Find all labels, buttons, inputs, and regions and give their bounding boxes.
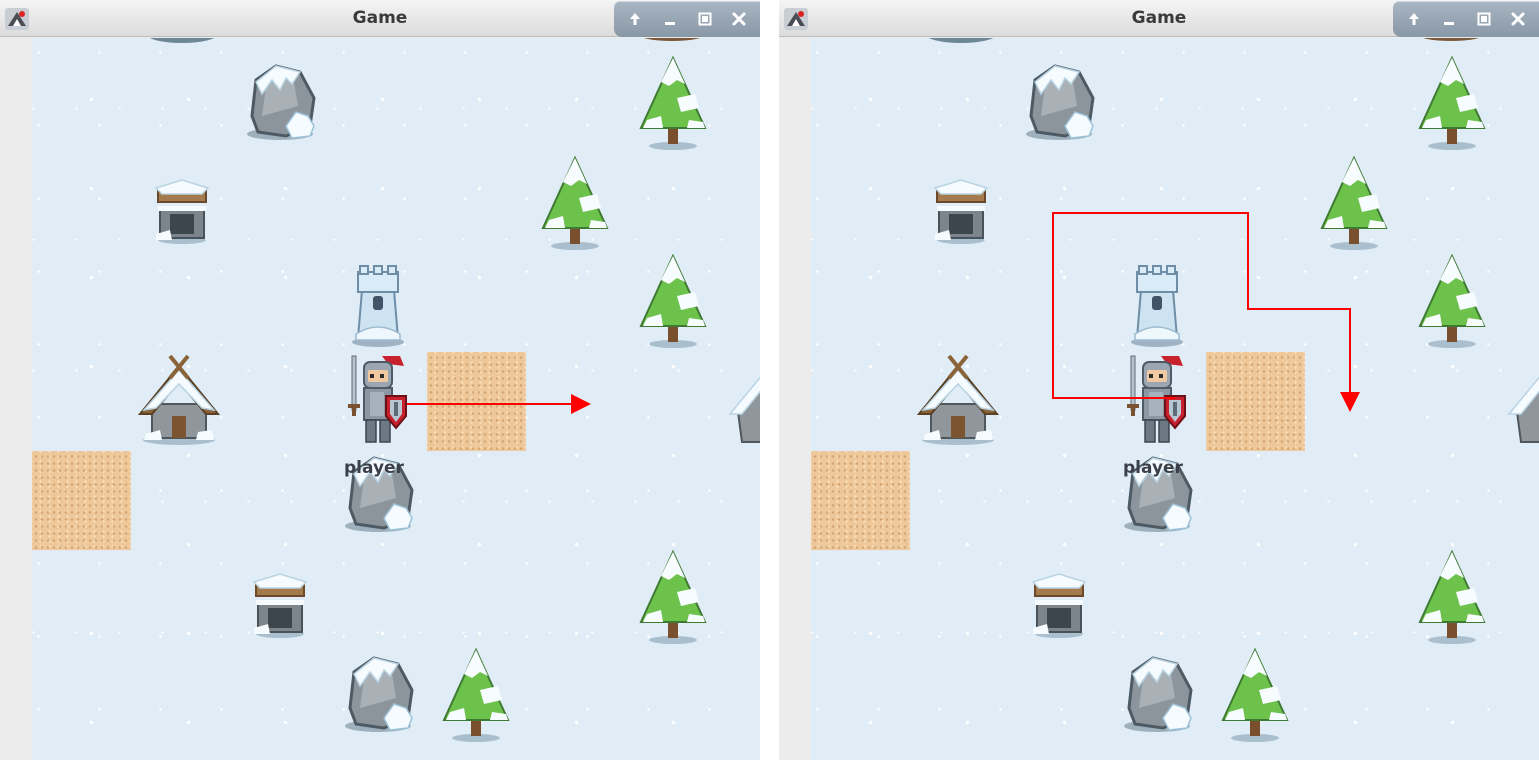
snowy-cabin	[137, 354, 221, 445]
movement-path-line	[1052, 212, 1351, 399]
game-window-left: Game player	[0, 0, 760, 760]
snowy-pine-tree	[442, 647, 510, 742]
snowy-pine-tree	[639, 55, 707, 150]
snowy-pine-tree	[1418, 549, 1486, 644]
title-bar[interactable]: Game	[779, 0, 1539, 37]
snowy-pine-tree	[1418, 55, 1486, 150]
snowy-rock-partial	[928, 38, 994, 43]
snowy-rock	[247, 64, 316, 140]
sand-tile	[1206, 352, 1305, 451]
snowy-pine-tree	[1221, 647, 1289, 742]
snowy-cabin-partial	[728, 376, 760, 443]
game-canvas[interactable]: player	[811, 38, 1539, 760]
ice-tower	[1131, 265, 1183, 347]
knight-player[interactable]	[348, 352, 410, 452]
movement-arrowhead	[1340, 392, 1360, 412]
snowy-rock	[1124, 656, 1193, 732]
snowy-pine-tree	[639, 253, 707, 348]
snowy-well	[1031, 573, 1087, 638]
sand-tile	[32, 451, 131, 550]
shade-up-icon[interactable]	[1405, 10, 1423, 28]
knight-player[interactable]	[1127, 352, 1189, 452]
snowy-well	[933, 179, 989, 244]
game-canvas[interactable]: player	[32, 38, 760, 760]
snowy-cabin-partial	[1507, 376, 1539, 443]
sand-tile	[427, 352, 526, 451]
title-bar[interactable]: Game	[0, 0, 760, 37]
maximize-icon[interactable]	[1475, 10, 1493, 28]
ice-tower	[352, 265, 404, 347]
close-icon[interactable]	[730, 10, 748, 28]
tree-stump-partial	[644, 38, 700, 41]
minimize-icon[interactable]	[1440, 10, 1458, 28]
sand-tile	[811, 451, 910, 550]
snowy-pine-tree	[1320, 155, 1388, 250]
movement-arrowhead	[571, 394, 591, 414]
snowy-pine-tree	[1418, 253, 1486, 348]
snowy-pine-tree	[541, 155, 609, 250]
snowy-cabin	[916, 354, 1000, 445]
window-controls	[1393, 1, 1539, 37]
window-controls	[614, 1, 760, 37]
game-window-right: Game player	[779, 0, 1539, 760]
close-icon[interactable]	[1509, 10, 1527, 28]
player-label: player	[344, 458, 404, 478]
snowy-well	[154, 179, 210, 244]
snowy-rock-partial	[149, 38, 215, 43]
snowy-pine-tree	[639, 549, 707, 644]
maximize-icon[interactable]	[696, 10, 714, 28]
tree-stump-partial	[1423, 38, 1479, 41]
player-label: player	[1123, 458, 1183, 478]
snowy-well	[252, 573, 308, 638]
minimize-icon[interactable]	[661, 10, 679, 28]
shade-up-icon[interactable]	[626, 10, 644, 28]
snowy-rock	[1026, 64, 1095, 140]
snowy-rock	[345, 656, 414, 732]
